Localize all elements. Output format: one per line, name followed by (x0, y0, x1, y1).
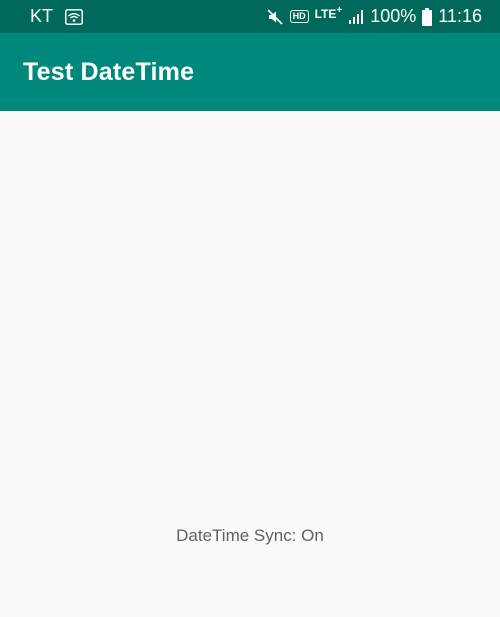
mute-icon (266, 8, 284, 26)
lte-label: LTE (314, 7, 337, 21)
wifi-icon (65, 8, 84, 25)
status-bar: KT HD LTE+ 100% 11:16 (0, 0, 500, 33)
hd-voice-icon: HD (289, 10, 309, 23)
carrier-label: KT (30, 6, 54, 26)
lte-plus: + (336, 5, 343, 16)
page-title: Test DateTime (23, 57, 195, 86)
sync-status-text: DateTime Sync: On (176, 526, 324, 545)
battery-percent: 100% (370, 6, 417, 26)
status-right: HD LTE+ 100% 11:16 (266, 5, 482, 27)
lte-icon: LTE+ (315, 5, 343, 20)
battery-icon (422, 7, 433, 26)
status-left: KT (30, 6, 84, 27)
app-bar: Test DateTime (0, 33, 500, 111)
clock: 11:16 (438, 6, 482, 26)
signal-icon (348, 9, 364, 25)
main-content: DateTime Sync: On (0, 111, 500, 617)
